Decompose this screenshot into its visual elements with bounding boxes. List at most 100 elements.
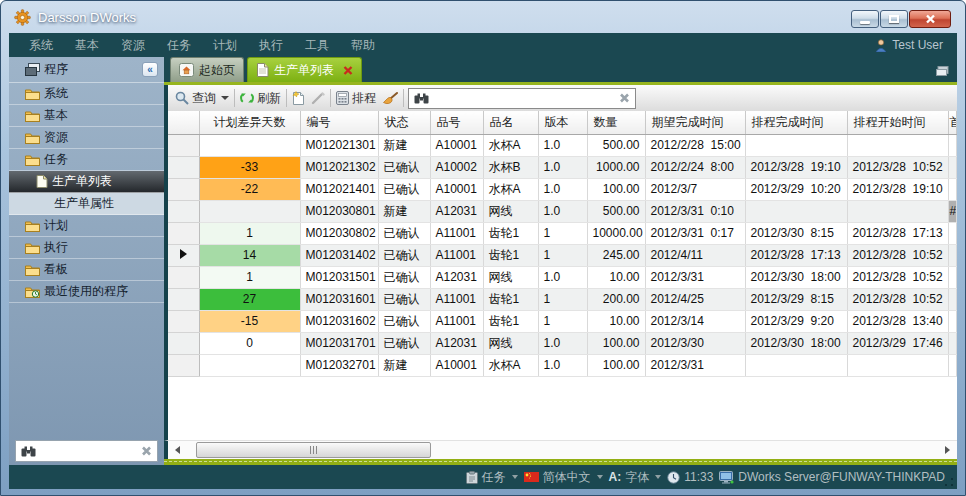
refresh-button[interactable]: 刷新: [237, 87, 284, 109]
row-selector[interactable]: [168, 354, 199, 376]
cell-sched_start: [847, 134, 948, 156]
column-header[interactable]: 计划差异天数: [199, 111, 300, 134]
tab-home[interactable]: 起始页: [170, 57, 244, 82]
cell-status: 已确认: [378, 332, 430, 354]
row-selector[interactable]: [168, 288, 199, 310]
cell-item_no: A12031: [430, 332, 483, 354]
table-row[interactable]: -15M012031602已确认A11001齿轮1110.002012/3/14…: [168, 310, 956, 332]
sidebar-item[interactable]: 系统: [9, 83, 164, 105]
minimize-button[interactable]: [851, 10, 879, 28]
cell-diff: -22: [199, 178, 300, 200]
collapse-sidebar-button[interactable]: «: [142, 62, 158, 77]
scrollbar-track[interactable]: [184, 442, 941, 459]
menu-item[interactable]: 工具: [294, 37, 340, 54]
cell-diff: 1: [199, 222, 300, 244]
clear-search-icon[interactable]: [141, 446, 152, 456]
column-header[interactable]: 版本: [538, 111, 587, 134]
column-header[interactable]: 排程开始时间: [847, 111, 948, 134]
refresh-icon: [240, 91, 254, 105]
table-row[interactable]: M012032701新建A10001水杯A1.0100.002012/3/31: [168, 354, 956, 376]
row-selector[interactable]: [168, 266, 199, 288]
row-selector[interactable]: [168, 332, 199, 354]
cell-sched_end: 2012/3/29 10:20: [745, 178, 847, 200]
cell-sched_start: 2012/3/28 10:52: [847, 288, 948, 310]
broom-icon: [382, 91, 398, 105]
sidebar-search[interactable]: [15, 440, 158, 462]
menu-item[interactable]: 系统: [18, 37, 64, 54]
menu-item[interactable]: 执行: [248, 37, 294, 54]
table-row[interactable]: 1M012031501已确认A12031网线1.010.002012/3/312…: [168, 266, 956, 288]
scroll-right-arrow[interactable]: [945, 446, 950, 454]
cell-status: 已确认: [378, 310, 430, 332]
close-button[interactable]: [909, 10, 951, 28]
status-task[interactable]: 任务: [466, 469, 518, 486]
tab-production-order-list[interactable]: 生产单列表: [247, 57, 362, 82]
cell-qty: 200.00: [587, 288, 645, 310]
menu-item[interactable]: 资源: [110, 37, 156, 54]
scroll-left-arrow[interactable]: [175, 446, 180, 454]
column-header[interactable]: 排程完成时间: [745, 111, 847, 134]
cell-sched_end: 2012/3/28 17:13: [745, 244, 847, 266]
column-header[interactable]: 数量: [587, 111, 645, 134]
close-tab-icon[interactable]: [343, 66, 353, 75]
query-button[interactable]: 查询: [172, 87, 232, 109]
scrollbar-thumb[interactable]: [196, 442, 431, 458]
row-selector[interactable]: [168, 222, 199, 244]
china-flag-icon: [524, 472, 539, 482]
cell-diff: 0: [199, 332, 300, 354]
table-row[interactable]: 14M012031402已确认A11001齿轮11245.002012/4/11…: [168, 244, 956, 266]
user-box[interactable]: Test User: [875, 33, 943, 57]
schedule-button[interactable]: 排程: [333, 87, 379, 109]
new-button[interactable]: [289, 87, 308, 109]
sidebar-item[interactable]: 资源: [9, 127, 164, 149]
cell-status: 新建: [378, 200, 430, 222]
menu-item[interactable]: 任务: [156, 37, 202, 54]
sidebar-header: 程序 «: [9, 57, 164, 83]
sidebar-item[interactable]: 基本: [9, 105, 164, 127]
table-row[interactable]: 0M012031701已确认A12031网线1.0100.002012/3/30…: [168, 332, 956, 354]
sidebar-item[interactable]: 生产单属性: [9, 193, 164, 215]
table-row[interactable]: -33M012021302已确认A10002水杯B1.01000.002012/…: [168, 156, 956, 178]
cell-version: 1: [538, 222, 587, 244]
row-selector[interactable]: [168, 156, 199, 178]
column-header[interactable]: 首: [948, 111, 956, 134]
menu-item[interactable]: 基本: [64, 37, 110, 54]
sidebar-item[interactable]: 最近使用的程序: [9, 281, 164, 303]
table-row[interactable]: 27M012031601已确认A11001齿轮11200.002012/4/25…: [168, 288, 956, 310]
resize-grip[interactable]: [944, 477, 954, 487]
font-icon: A:: [609, 470, 622, 484]
status-font[interactable]: A: 字体: [609, 469, 662, 486]
table-row[interactable]: M012030801新建A12031网线1.0500.002012/3/31 0…: [168, 200, 956, 222]
table-row[interactable]: 1M012030802已确认A11001齿轮1110000.002012/3/3…: [168, 222, 956, 244]
column-header[interactable]: 品号: [430, 111, 483, 134]
row-selector[interactable]: [168, 178, 199, 200]
status-language[interactable]: 简体中文: [524, 469, 603, 486]
clean-button[interactable]: [379, 87, 401, 109]
horizontal-scrollbar[interactable]: [164, 440, 957, 459]
edit-button[interactable]: [308, 87, 328, 109]
column-header[interactable]: 状态: [378, 111, 430, 134]
row-selector[interactable]: [168, 310, 199, 332]
column-header[interactable]: 编号: [300, 111, 378, 134]
column-header[interactable]: 品名: [483, 111, 538, 134]
toolbar-clear-search-icon[interactable]: [619, 93, 630, 103]
table-row[interactable]: M012021301新建A10001水杯A1.0500.002012/2/28 …: [168, 134, 956, 156]
row-selector[interactable]: [168, 134, 199, 156]
edit-pencil-icon: [311, 91, 325, 105]
sidebar-item[interactable]: 生产单列表: [9, 171, 164, 193]
toolbar-search-box[interactable]: [408, 88, 636, 109]
menu-item[interactable]: 计划: [202, 37, 248, 54]
row-selector[interactable]: [168, 244, 199, 266]
cell-qty: 10000.00: [587, 222, 645, 244]
sidebar-item[interactable]: 计划: [9, 215, 164, 237]
row-selector[interactable]: [168, 200, 199, 222]
column-header[interactable]: 期望完成时间: [645, 111, 745, 134]
maximize-button[interactable]: [880, 10, 908, 28]
menu-item[interactable]: 帮助: [340, 37, 386, 54]
cell-sched_start: 2012/3/28 13:40: [847, 310, 948, 332]
sidebar-item[interactable]: 任务: [9, 149, 164, 171]
table-row[interactable]: -22M012021401已确认A10001水杯A1.0100.002012/3…: [168, 178, 956, 200]
sidebar-item[interactable]: 执行: [9, 237, 164, 259]
sidebar-item[interactable]: 看板: [9, 259, 164, 281]
window-list-icon[interactable]: [936, 66, 949, 76]
